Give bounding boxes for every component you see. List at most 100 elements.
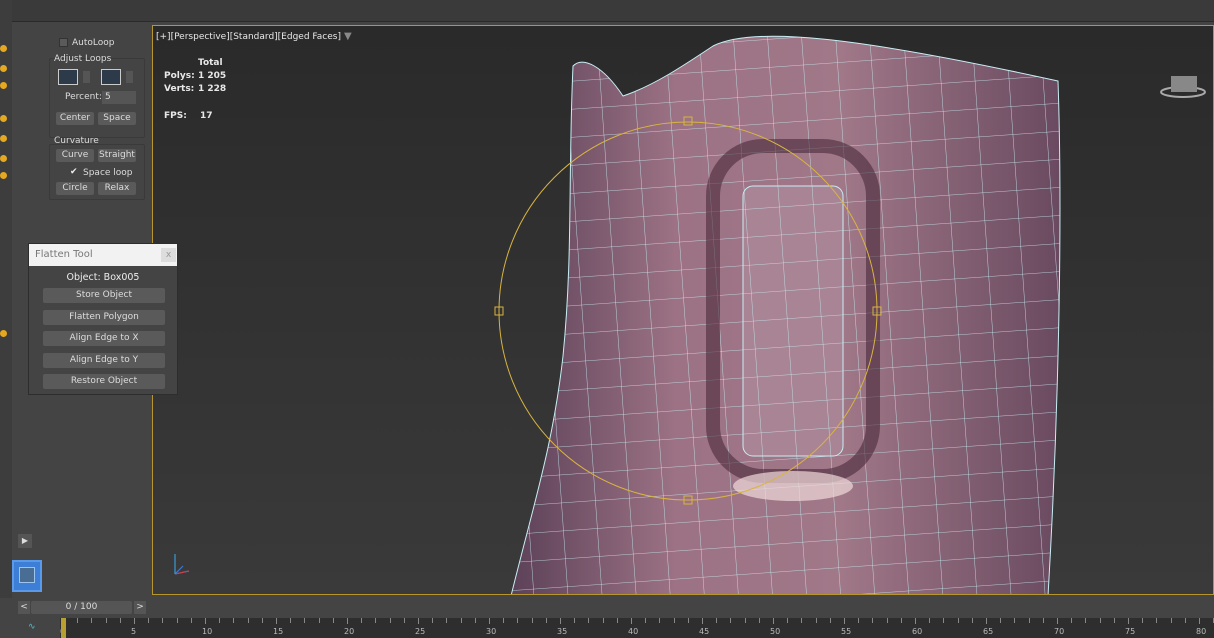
- ruler-tick: [560, 618, 561, 624]
- tool-icon[interactable]: [0, 65, 7, 72]
- tool-icon[interactable]: [0, 155, 7, 162]
- ruler-tick: [659, 618, 661, 623]
- viewcube-icon: [1160, 76, 1206, 98]
- frame-ruler[interactable]: 05101520253035404550556065707580: [60, 618, 1214, 638]
- verts-value: 1 228: [198, 84, 227, 94]
- ruler-tick: [1156, 618, 1158, 623]
- tool-icon[interactable]: [0, 172, 7, 179]
- percent-label: Percent:: [65, 92, 102, 102]
- spinner-arrows[interactable]: [126, 71, 133, 83]
- autoloop-checkbox[interactable]: [59, 38, 68, 47]
- ruler-tick: [460, 618, 462, 623]
- object-label: Object: Box005: [66, 272, 140, 283]
- ruler-tick: [176, 618, 178, 623]
- play-icon[interactable]: ▶: [18, 534, 32, 548]
- restore-object-button[interactable]: Restore Object: [43, 374, 165, 389]
- ruler-tick: [716, 618, 718, 623]
- ruler-tick: [105, 618, 107, 623]
- fps-label: FPS:: [164, 111, 187, 121]
- space-loop-checkbox[interactable]: ✔: [70, 167, 78, 177]
- perspective-viewport[interactable]: [+][Perspective][Standard][Edged Faces] …: [152, 25, 1214, 595]
- ruler-tick: [119, 618, 121, 623]
- ruler-label: 15: [273, 627, 284, 636]
- center-button[interactable]: Center: [56, 112, 94, 125]
- tool-icon[interactable]: [0, 330, 7, 337]
- ruler-tick: [758, 618, 760, 623]
- loop-spinner-right[interactable]: [101, 69, 121, 85]
- flatten-polygon-button[interactable]: Flatten Polygon: [43, 310, 165, 325]
- straight-button[interactable]: Straight: [98, 149, 136, 162]
- ruler-tick: [1000, 618, 1002, 623]
- ruler-tick: [829, 618, 831, 623]
- ruler-tick: [943, 618, 945, 623]
- ruler-tick: [1014, 618, 1016, 623]
- ruler-label: 60: [912, 627, 923, 636]
- tool-icon[interactable]: [0, 135, 7, 142]
- ruler-tick: [574, 618, 576, 623]
- ruler-tick: [858, 618, 860, 623]
- space-loop-label: Space loop: [83, 168, 133, 178]
- ruler-label: 20: [344, 627, 355, 636]
- viewport-layout-button[interactable]: [12, 560, 42, 592]
- axis-tripod-icon: [174, 554, 190, 575]
- ruler-tick: [787, 618, 789, 623]
- ruler-tick: [1057, 618, 1058, 624]
- ruler-tick: [148, 618, 150, 623]
- curvature-heading: Curvature: [54, 136, 99, 146]
- spinner-arrows[interactable]: [83, 71, 90, 83]
- mesh-render: [174, 35, 1206, 594]
- ruler-tick: [389, 618, 391, 623]
- store-object-button[interactable]: Store Object: [43, 288, 165, 303]
- curve-editor-icon[interactable]: ∿: [28, 622, 36, 632]
- prev-frame-button[interactable]: <: [18, 601, 30, 614]
- ruler-tick: [886, 618, 888, 623]
- ruler-tick: [645, 618, 647, 623]
- ruler-tick: [773, 618, 774, 624]
- time-slider[interactable]: 0 / 100: [31, 601, 132, 614]
- align-edge-y-button[interactable]: Align Edge to Y: [43, 353, 165, 368]
- ruler-tick: [1099, 618, 1101, 623]
- ruler-tick: [986, 618, 987, 624]
- align-edge-x-button[interactable]: Align Edge to X: [43, 331, 165, 346]
- space-button[interactable]: Space: [98, 112, 136, 125]
- tool-icon[interactable]: [0, 45, 7, 52]
- ruler-tick: [1085, 618, 1087, 623]
- ruler-tick: [233, 618, 235, 623]
- ruler-tick: [616, 618, 618, 623]
- ruler-tick: [602, 618, 604, 623]
- ruler-tick: [1128, 618, 1129, 624]
- tool-icon[interactable]: [0, 82, 7, 89]
- ruler-label: 35: [557, 627, 568, 636]
- tool-icon[interactable]: [0, 115, 7, 122]
- autoloop-label: AutoLoop: [72, 38, 115, 48]
- ruler-tick: [304, 618, 306, 623]
- ruler-tick: [474, 618, 476, 623]
- filter-icon[interactable]: ▼: [344, 31, 352, 42]
- viewport-label-menu[interactable]: [+][Perspective][Standard][Edged Faces]: [156, 32, 341, 42]
- ruler-tick: [1042, 618, 1044, 623]
- relax-button[interactable]: Relax: [98, 182, 136, 195]
- percent-input[interactable]: 5: [102, 91, 136, 104]
- ruler-tick: [134, 618, 135, 624]
- ruler-tick: [418, 618, 419, 624]
- ruler-tick: [489, 618, 490, 624]
- ruler-tick: [1071, 618, 1073, 623]
- ruler-label: 30: [486, 627, 497, 636]
- ruler-tick: [91, 618, 93, 623]
- ruler-tick: [162, 618, 164, 623]
- ruler-tick: [517, 618, 519, 623]
- loop-spinner-left[interactable]: [58, 69, 78, 85]
- loop-tools-panel: AutoLoop Adjust Loops Percent: 5 Center …: [42, 30, 150, 230]
- curve-button[interactable]: Curve: [56, 149, 94, 162]
- ruler-tick: [1113, 618, 1115, 623]
- close-icon[interactable]: x: [161, 248, 176, 262]
- ruler-label: 55: [841, 627, 852, 636]
- next-frame-button[interactable]: >: [134, 601, 146, 614]
- ruler-tick: [332, 618, 334, 623]
- current-frame-marker[interactable]: [61, 618, 66, 638]
- ruler-label: 50: [770, 627, 781, 636]
- ruler-tick: [915, 618, 916, 624]
- ruler-tick: [290, 618, 292, 623]
- ruler-tick: [730, 618, 732, 623]
- circle-button[interactable]: Circle: [56, 182, 94, 195]
